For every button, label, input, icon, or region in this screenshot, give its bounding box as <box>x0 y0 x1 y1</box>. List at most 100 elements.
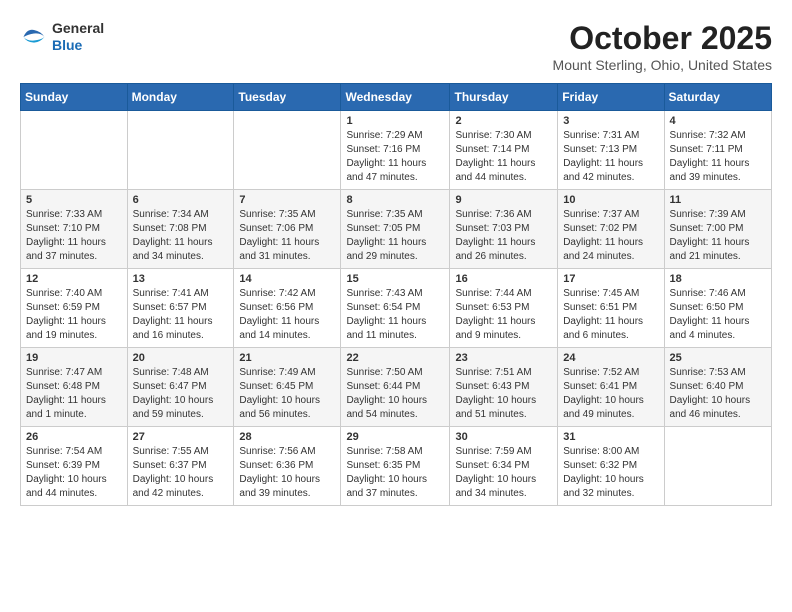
day-cell: 2Sunrise: 7:30 AM Sunset: 7:14 PM Daylig… <box>450 111 558 190</box>
day-cell: 6Sunrise: 7:34 AM Sunset: 7:08 PM Daylig… <box>127 190 234 269</box>
day-cell: 22Sunrise: 7:50 AM Sunset: 6:44 PM Dayli… <box>341 348 450 427</box>
month-title: October 2025 <box>553 20 772 57</box>
day-info: Sunrise: 7:58 AM Sunset: 6:35 PM Dayligh… <box>346 445 444 501</box>
day-info: Sunrise: 7:37 AM Sunset: 7:02 PM Dayligh… <box>563 208 658 264</box>
location: Mount Sterling, Ohio, United States <box>553 57 772 73</box>
day-info: Sunrise: 7:36 AM Sunset: 7:03 PM Dayligh… <box>455 208 552 264</box>
day-info: Sunrise: 7:41 AM Sunset: 6:57 PM Dayligh… <box>133 287 229 343</box>
day-number: 26 <box>26 431 122 443</box>
day-info: Sunrise: 7:46 AM Sunset: 6:50 PM Dayligh… <box>670 287 766 343</box>
day-cell: 19 Sunrise: 7:47 AM Sunset: 6:48 PM Dayli… <box>21 348 128 427</box>
day-info: Sunrise: 7:54 AM Sunset: 6:39 PM Dayligh… <box>26 445 122 501</box>
weekday-header-saturday: Saturday <box>664 84 771 111</box>
day-cell: 7Sunrise: 7:35 AM Sunset: 7:06 PM Daylig… <box>234 190 341 269</box>
day-number: 11 <box>670 194 766 206</box>
day-number: 7 <box>239 194 335 206</box>
logo-blue: Blue <box>52 37 104 54</box>
day-info: Sunrise: 7:45 AM Sunset: 6:51 PM Dayligh… <box>563 287 658 343</box>
day-info: Sunrise: 7:30 AM Sunset: 7:14 PM Dayligh… <box>455 129 552 185</box>
week-row-3: 19 Sunrise: 7:47 AM Sunset: 6:48 PM Dayli… <box>21 348 772 427</box>
day-cell: 30Sunrise: 7:59 AM Sunset: 6:34 PM Dayli… <box>450 427 558 506</box>
day-cell: 23 Sunrise: 7:51 AM Sunset: 6:43 PM Dayli… <box>450 348 558 427</box>
week-row-2: 12Sunrise: 7:40 AM Sunset: 6:59 PM Dayli… <box>21 269 772 348</box>
weekday-header-thursday: Thursday <box>450 84 558 111</box>
day-cell: 3 Sunrise: 7:31 AM Sunset: 7:13 PM Daylig… <box>558 111 664 190</box>
day-number: 10 <box>563 194 658 206</box>
weekday-header-tuesday: Tuesday <box>234 84 341 111</box>
title-block: October 2025 Mount Sterling, Ohio, Unite… <box>553 20 772 73</box>
day-number: 5 <box>26 194 122 206</box>
day-cell: 25Sunrise: 7:53 AM Sunset: 6:40 PM Dayli… <box>664 348 771 427</box>
day-info: Sunrise: 7:49 AM Sunset: 6:45 PM Dayligh… <box>239 366 335 422</box>
day-info: Sunrise: 7:35 AM Sunset: 7:05 PM Dayligh… <box>346 208 444 264</box>
calendar-table: SundayMondayTuesdayWednesdayThursdayFrid… <box>20 83 772 506</box>
day-cell: 21 Sunrise: 7:49 AM Sunset: 6:45 PM Dayli… <box>234 348 341 427</box>
day-cell: 18 Sunrise: 7:46 AM Sunset: 6:50 PM Dayli… <box>664 269 771 348</box>
weekday-header-sunday: Sunday <box>21 84 128 111</box>
day-number: 6 <box>133 194 229 206</box>
day-info: Sunrise: 7:44 AM Sunset: 6:53 PM Dayligh… <box>455 287 552 343</box>
day-cell: 8 Sunrise: 7:35 AM Sunset: 7:05 PM Daylig… <box>341 190 450 269</box>
day-number: 16 <box>455 273 552 285</box>
day-number: 19 <box>26 352 122 364</box>
day-cell <box>127 111 234 190</box>
day-cell <box>234 111 341 190</box>
day-info: Sunrise: 7:51 AM Sunset: 6:43 PM Dayligh… <box>455 366 552 422</box>
day-cell: 13Sunrise: 7:41 AM Sunset: 6:57 PM Dayli… <box>127 269 234 348</box>
day-cell: 15Sunrise: 7:43 AM Sunset: 6:54 PM Dayli… <box>341 269 450 348</box>
day-info: Sunrise: 7:33 AM Sunset: 7:10 PM Dayligh… <box>26 208 122 264</box>
day-number: 1 <box>346 115 444 127</box>
day-info: Sunrise: 7:40 AM Sunset: 6:59 PM Dayligh… <box>26 287 122 343</box>
day-number: 22 <box>346 352 444 364</box>
day-number: 9 <box>455 194 552 206</box>
logo: General Blue <box>20 20 104 54</box>
day-cell: 20 Sunrise: 7:48 AM Sunset: 6:47 PM Dayli… <box>127 348 234 427</box>
day-cell: 16 Sunrise: 7:44 AM Sunset: 6:53 PM Dayli… <box>450 269 558 348</box>
day-cell: 17 Sunrise: 7:45 AM Sunset: 6:51 PM Dayli… <box>558 269 664 348</box>
day-number: 20 <box>133 352 229 364</box>
day-number: 8 <box>346 194 444 206</box>
day-number: 28 <box>239 431 335 443</box>
day-info: Sunrise: 7:32 AM Sunset: 7:11 PM Dayligh… <box>670 129 766 185</box>
day-number: 23 <box>455 352 552 364</box>
day-number: 21 <box>239 352 335 364</box>
day-cell: 11 Sunrise: 7:39 AM Sunset: 7:00 PM Dayli… <box>664 190 771 269</box>
day-info: Sunrise: 7:47 AM Sunset: 6:48 PM Dayligh… <box>26 366 122 422</box>
day-number: 15 <box>346 273 444 285</box>
day-cell: 5 Sunrise: 7:33 AM Sunset: 7:10 PM Daylig… <box>21 190 128 269</box>
day-cell: 27Sunrise: 7:55 AM Sunset: 6:37 PM Dayli… <box>127 427 234 506</box>
weekday-header-wednesday: Wednesday <box>341 84 450 111</box>
day-info: Sunrise: 7:39 AM Sunset: 7:00 PM Dayligh… <box>670 208 766 264</box>
day-cell: 31Sunrise: 8:00 AM Sunset: 6:32 PM Dayli… <box>558 427 664 506</box>
day-cell: 1 Sunrise: 7:29 AM Sunset: 7:16 PM Daylig… <box>341 111 450 190</box>
day-number: 25 <box>670 352 766 364</box>
day-number: 24 <box>563 352 658 364</box>
day-number: 18 <box>670 273 766 285</box>
day-cell: 26 Sunrise: 7:54 AM Sunset: 6:39 PM Dayli… <box>21 427 128 506</box>
page-header: General Blue October 2025 Mount Sterling… <box>20 20 772 73</box>
day-info: Sunrise: 7:31 AM Sunset: 7:13 PM Dayligh… <box>563 129 658 185</box>
day-cell: 24 Sunrise: 7:52 AM Sunset: 6:41 PM Dayli… <box>558 348 664 427</box>
day-cell: 10 Sunrise: 7:37 AM Sunset: 7:02 PM Dayli… <box>558 190 664 269</box>
day-cell: 14Sunrise: 7:42 AM Sunset: 6:56 PM Dayli… <box>234 269 341 348</box>
day-info: Sunrise: 7:55 AM Sunset: 6:37 PM Dayligh… <box>133 445 229 501</box>
day-number: 14 <box>239 273 335 285</box>
week-row-0: 1 Sunrise: 7:29 AM Sunset: 7:16 PM Daylig… <box>21 111 772 190</box>
logo-general: General <box>52 20 104 37</box>
day-info: Sunrise: 7:59 AM Sunset: 6:34 PM Dayligh… <box>455 445 552 501</box>
day-number: 17 <box>563 273 658 285</box>
day-number: 4 <box>670 115 766 127</box>
day-number: 3 <box>563 115 658 127</box>
day-cell: 28 Sunrise: 7:56 AM Sunset: 6:36 PM Dayli… <box>234 427 341 506</box>
week-row-4: 26 Sunrise: 7:54 AM Sunset: 6:39 PM Dayli… <box>21 427 772 506</box>
day-info: Sunrise: 7:29 AM Sunset: 7:16 PM Dayligh… <box>346 129 444 185</box>
day-cell: 12Sunrise: 7:40 AM Sunset: 6:59 PM Dayli… <box>21 269 128 348</box>
day-info: Sunrise: 7:56 AM Sunset: 6:36 PM Dayligh… <box>239 445 335 501</box>
day-cell: 29Sunrise: 7:58 AM Sunset: 6:35 PM Dayli… <box>341 427 450 506</box>
day-cell <box>664 427 771 506</box>
day-info: Sunrise: 7:48 AM Sunset: 6:47 PM Dayligh… <box>133 366 229 422</box>
day-info: Sunrise: 8:00 AM Sunset: 6:32 PM Dayligh… <box>563 445 658 501</box>
day-info: Sunrise: 7:52 AM Sunset: 6:41 PM Dayligh… <box>563 366 658 422</box>
day-cell: 9 Sunrise: 7:36 AM Sunset: 7:03 PM Daylig… <box>450 190 558 269</box>
day-cell: 4 Sunrise: 7:32 AM Sunset: 7:11 PM Daylig… <box>664 111 771 190</box>
